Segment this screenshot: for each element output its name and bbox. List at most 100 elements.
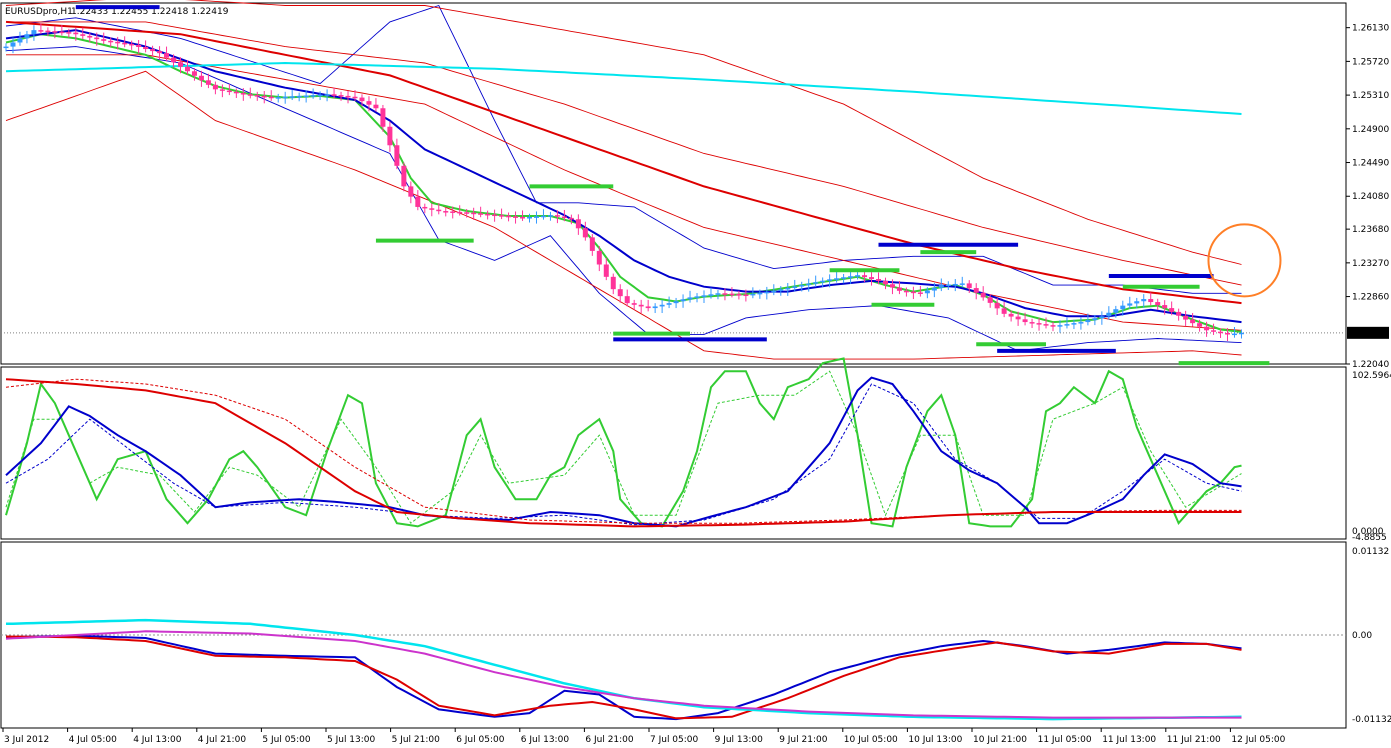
candle-body xyxy=(764,291,770,294)
candle-body xyxy=(506,215,512,218)
price-chart-svg[interactable]: EURUSDpro,H1 1.22433 1.22455 1.22418 1.2… xyxy=(0,0,1391,748)
candle-body xyxy=(115,41,121,44)
candle-body xyxy=(876,279,881,281)
candle-body xyxy=(987,297,993,303)
candle-body xyxy=(345,95,351,98)
candle-body xyxy=(1155,302,1161,306)
candle-body xyxy=(1225,333,1230,335)
candle-body xyxy=(1218,331,1224,334)
candle-body xyxy=(827,279,833,281)
time-tick-label: 4 Jul 05:00 xyxy=(69,735,118,745)
candle-body xyxy=(178,62,183,67)
candle-body xyxy=(422,206,428,209)
candle-body xyxy=(910,291,916,294)
candle-body xyxy=(1015,316,1021,320)
candle-body xyxy=(855,275,861,277)
candle-body xyxy=(1001,308,1007,314)
candle-body xyxy=(164,53,170,58)
candle-body xyxy=(540,215,546,218)
time-tick-label: 11 Jul 21:00 xyxy=(1167,735,1221,745)
candle-body xyxy=(1057,325,1063,327)
candle-body xyxy=(108,40,114,43)
time-tick-label: 6 Jul 13:00 xyxy=(521,735,570,745)
candle-body xyxy=(603,264,609,277)
candle-body xyxy=(722,293,728,295)
candle-body xyxy=(966,283,972,289)
candle-body xyxy=(554,215,560,217)
candle-body xyxy=(10,42,16,47)
candle-body xyxy=(575,219,581,229)
candle-body xyxy=(771,290,777,293)
candle-body xyxy=(485,213,491,216)
time-tick-label: 7 Jul 05:00 xyxy=(650,735,699,745)
candle-body xyxy=(205,80,211,85)
candle-body xyxy=(1120,305,1126,310)
candle-body xyxy=(352,96,358,99)
candle-body xyxy=(129,43,135,46)
candle-body xyxy=(101,39,107,41)
time-tick-label: 6 Jul 05:00 xyxy=(456,735,505,745)
candle-body xyxy=(652,306,658,309)
candle-body xyxy=(387,126,393,146)
candle-body xyxy=(52,31,58,33)
candle-body xyxy=(750,293,756,296)
candle-body xyxy=(45,30,51,33)
candle-body xyxy=(938,285,944,288)
price-tick-label: 1.24900 xyxy=(1352,125,1389,135)
candle-body xyxy=(645,306,651,309)
candle-body xyxy=(1050,325,1056,327)
candle-body xyxy=(1141,299,1147,302)
candle-body xyxy=(889,284,895,288)
candle-body xyxy=(1231,333,1237,336)
candle-body xyxy=(429,208,435,210)
candle-body xyxy=(17,38,23,43)
candle-body xyxy=(547,215,553,217)
candle-body xyxy=(631,303,637,305)
candle-body xyxy=(198,75,204,81)
candle-body xyxy=(589,237,595,251)
candle-body xyxy=(1148,299,1154,303)
candle-body xyxy=(331,94,337,96)
indicator-tick-label: 0.01132 xyxy=(1352,547,1389,557)
candle-body xyxy=(282,96,288,99)
candle-body xyxy=(1134,301,1140,304)
candle-body xyxy=(520,217,526,219)
candle-body xyxy=(499,215,505,217)
candle-body xyxy=(659,304,665,307)
candle-body xyxy=(994,302,1000,309)
candle-body xyxy=(366,101,372,105)
candle-body xyxy=(59,31,65,34)
candle-body xyxy=(687,297,693,300)
candle-body xyxy=(527,217,532,219)
candle-body xyxy=(848,276,854,278)
candle-body xyxy=(1176,311,1182,316)
candle-body xyxy=(757,292,763,295)
candle-body xyxy=(841,277,847,279)
candle-body xyxy=(903,290,909,293)
candle-body xyxy=(1238,332,1244,335)
candle-body xyxy=(715,293,721,295)
candle-body xyxy=(122,42,128,45)
candle-body xyxy=(568,217,574,220)
candle-body xyxy=(582,228,588,238)
candle-body xyxy=(436,209,442,212)
candle-body xyxy=(980,292,986,298)
candle-body xyxy=(1204,326,1210,331)
candle-body xyxy=(401,165,407,187)
candle-body xyxy=(973,288,979,293)
candle-body xyxy=(359,97,365,102)
candle-body xyxy=(380,108,386,127)
oscillator-panel[interactable] xyxy=(0,366,1347,540)
candle-body xyxy=(310,95,316,97)
time-tick-label: 9 Jul 21:00 xyxy=(779,735,828,745)
candle-body xyxy=(94,37,100,40)
candle-body xyxy=(701,295,707,297)
candle-body xyxy=(1113,309,1119,313)
candle-body xyxy=(813,282,819,284)
candle-body xyxy=(338,95,344,97)
candle-body xyxy=(184,66,190,72)
candle-body xyxy=(624,296,630,304)
candle-body xyxy=(31,30,37,35)
candle-body xyxy=(1190,319,1196,324)
candle-body xyxy=(171,57,177,63)
